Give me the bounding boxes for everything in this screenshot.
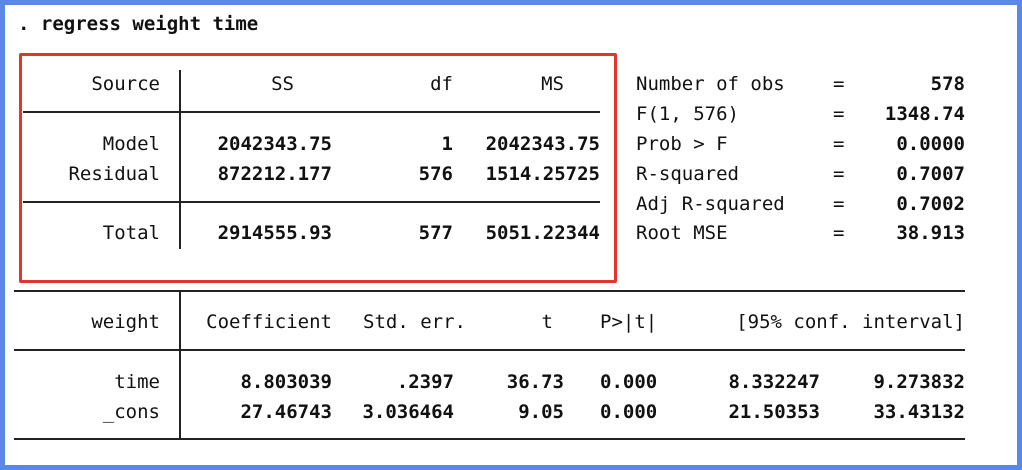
stat-eq-f: = <box>833 103 845 125</box>
coef-header-p: P>|t| <box>600 311 658 333</box>
stat-value-f: 1348.74 <box>884 103 965 125</box>
anova-source-residual: Residual <box>68 163 160 185</box>
stat-label-probf: Prob > F <box>636 133 728 155</box>
anova-header-source: Source <box>91 73 160 95</box>
coef-header-coef: Coefficient <box>206 311 332 333</box>
anova-ss-model: 2042343.75 <box>217 133 332 155</box>
anova-df-model: 1 <box>441 133 453 155</box>
coef-header-var: weight <box>91 311 160 333</box>
stat-value-rsq: 0.7007 <box>896 163 965 185</box>
stat-eq-rootmse: = <box>833 222 845 244</box>
anova-ms-model: 2042343.75 <box>485 133 600 155</box>
anova-header-rule <box>23 111 600 113</box>
coef-value-time: 8.803039 <box>240 371 332 393</box>
anova-df-residual: 576 <box>418 163 453 185</box>
stat-value-adjrsq: 0.7002 <box>896 193 965 215</box>
stat-eq-rsq: = <box>833 163 845 185</box>
coef-header-se: Std. err. <box>363 311 466 333</box>
coef-t-cons: 9.05 <box>518 401 564 423</box>
stat-eq-adjrsq: = <box>833 193 845 215</box>
anova-source-total: Total <box>102 222 160 244</box>
anova-ms-residual: 1514.25725 <box>485 163 600 185</box>
stat-label-rsq: R-squared <box>636 163 739 185</box>
anova-ss-total: 2914555.93 <box>217 222 332 244</box>
coef-value-cons: 27.46743 <box>240 401 332 423</box>
stat-label-adjrsq: Adj R-squared <box>636 193 785 215</box>
coef-var-time: time <box>114 371 160 393</box>
anova-ms-total: 5051.22344 <box>485 222 600 244</box>
coef-bottom-rule <box>14 438 965 440</box>
coef-p-cons: 0.000 <box>600 401 658 423</box>
coef-header-t: t <box>541 311 553 333</box>
stat-eq-nobs: = <box>833 73 845 95</box>
stat-label-nobs: Number of obs <box>636 73 785 95</box>
anova-source-model: Model <box>102 133 160 155</box>
stat-label-rootmse: Root MSE <box>636 222 728 244</box>
coef-var-cons: _cons <box>102 401 160 423</box>
anova-header-ss: SS <box>271 73 294 95</box>
anova-df-total: 577 <box>418 222 453 244</box>
anova-ss-residual: 872212.177 <box>217 163 332 185</box>
anova-source-divider <box>179 70 181 249</box>
coef-cihigh-time: 9.273832 <box>873 371 965 393</box>
coef-header-ci: [95% conf. interval] <box>736 311 965 333</box>
coef-header-rule <box>14 349 965 351</box>
stat-value-rootmse: 38.913 <box>896 222 965 244</box>
coef-cilow-cons: 21.50353 <box>728 401 820 423</box>
coef-p-time: 0.000 <box>600 371 658 393</box>
stat-label-f: F(1, 576) <box>636 103 739 125</box>
anova-total-rule <box>23 201 600 203</box>
coef-top-rule <box>14 290 965 292</box>
coef-var-divider <box>179 291 181 439</box>
anova-header-df: df <box>430 73 453 95</box>
stat-value-nobs: 578 <box>930 73 965 95</box>
coef-se-time: .2397 <box>396 371 454 393</box>
coef-cihigh-cons: 33.43132 <box>873 401 965 423</box>
command-line: . regress weight time <box>18 13 259 35</box>
stat-eq-probf: = <box>833 133 845 155</box>
coef-t-time: 36.73 <box>506 371 564 393</box>
coef-cilow-time: 8.332247 <box>728 371 820 393</box>
coef-se-cons: 3.036464 <box>362 401 454 423</box>
stat-value-probf: 0.0000 <box>896 133 965 155</box>
anova-header-ms: MS <box>541 73 564 95</box>
